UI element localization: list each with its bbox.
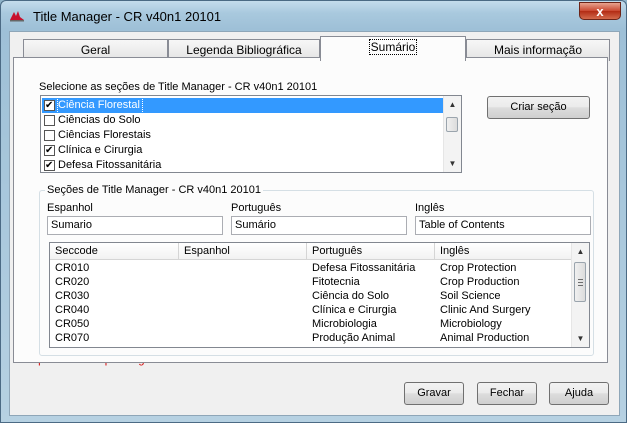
table-cell: CR040 bbox=[55, 304, 90, 316]
scroll-down-icon[interactable]: ▼ bbox=[444, 155, 461, 172]
spanish-field[interactable]: Sumario bbox=[47, 216, 223, 235]
scroll-down-icon[interactable]: ▼ bbox=[572, 330, 589, 347]
table-cell: Fitotecnia bbox=[312, 276, 360, 288]
list-item[interactable]: Ciências Florestais bbox=[42, 128, 445, 143]
checkbox[interactable] bbox=[44, 115, 55, 126]
sections-checklist[interactable]: Ciência Florestal Ciências do Solo Ciênc… bbox=[40, 95, 462, 173]
table-cell: Produção Animal bbox=[312, 332, 396, 344]
sections-select-label: Selecione as seções de Title Manager - C… bbox=[39, 81, 318, 93]
column-header-seccode[interactable]: Seccode bbox=[50, 243, 179, 260]
checkbox[interactable] bbox=[44, 130, 55, 141]
table-cell: Microbiologia bbox=[312, 318, 377, 330]
table-cell: CR070 bbox=[55, 332, 90, 344]
list-item-label: Ciência Florestal bbox=[57, 97, 143, 114]
table-cell: Soil Science bbox=[440, 290, 501, 302]
table-row[interactable]: CR010 Defesa Fitossanitária Crop Protectio… bbox=[50, 261, 573, 275]
tab-label: Mais informação bbox=[493, 43, 583, 57]
close-button[interactable]: Fechar bbox=[477, 382, 537, 405]
column-header-portugues[interactable]: Português bbox=[307, 243, 435, 260]
save-button[interactable]: Gravar bbox=[404, 382, 464, 405]
checkbox[interactable] bbox=[44, 158, 55, 172]
spanish-label: Espanhol bbox=[47, 202, 93, 214]
list-item-label: Clínica e Cirurgia bbox=[58, 144, 143, 156]
close-window-button[interactable]: x bbox=[579, 2, 621, 20]
list-item[interactable]: Defesa Fitossanitária bbox=[42, 158, 445, 172]
table-row[interactable]: CR050 Microbiologia Microbiology bbox=[50, 317, 573, 331]
sections-table[interactable]: Seccode Espanhol Português Inglês CR010 D… bbox=[49, 242, 590, 348]
table-cell: Microbiology bbox=[440, 318, 502, 330]
tab-sumario[interactable]: Sumário bbox=[320, 36, 466, 61]
tab-label: Geral bbox=[80, 43, 111, 57]
column-header-espanhol[interactable]: Espanhol bbox=[179, 243, 307, 260]
table-cell: Ciência do Solo bbox=[312, 290, 390, 302]
close-icon: x bbox=[596, 4, 604, 19]
table-cell: Crop Production bbox=[440, 276, 520, 288]
tab-label: Sumário bbox=[368, 39, 418, 55]
english-field[interactable]: Table of Contents bbox=[415, 216, 591, 235]
table-row[interactable]: CR090 Biologia Biology bbox=[50, 345, 573, 347]
table-cell: Biologia bbox=[312, 345, 351, 347]
sections-group-title: Seções de Title Manager - CR v40n1 20101 bbox=[45, 184, 264, 196]
table-cell: Defesa Fitossanitária bbox=[312, 262, 416, 274]
create-section-button[interactable]: Criar seção bbox=[487, 96, 590, 119]
table-scrollbar[interactable]: ▲ ▼ bbox=[571, 243, 589, 347]
tab-label: Legenda Bibliográfica bbox=[186, 43, 302, 57]
table-row[interactable]: CR040 Clínica e Cirurgia Clinic And Surger… bbox=[50, 303, 573, 317]
table-cell: CR090 bbox=[55, 345, 89, 347]
portuguese-label: Português bbox=[231, 202, 282, 214]
table-cell: CR020 bbox=[55, 276, 90, 288]
portuguese-field[interactable]: Sumário bbox=[231, 216, 407, 235]
checkbox[interactable] bbox=[44, 98, 55, 113]
table-cell: Biology bbox=[440, 345, 476, 347]
title-bar[interactable]: Title Manager - CR v40n1 20101 x bbox=[1, 1, 626, 29]
sumario-tab-panel: Selecione as seções de Title Manager - C… bbox=[13, 57, 608, 363]
list-item[interactable]: Clínica e Cirurgia bbox=[42, 143, 445, 158]
table-cell: CR030 bbox=[55, 290, 90, 302]
help-button[interactable]: Ajuda bbox=[549, 382, 609, 405]
table-row[interactable]: CR030 Ciência do Solo Soil Science bbox=[50, 289, 573, 303]
table-row[interactable]: CR070 Produção Animal Animal Production bbox=[50, 331, 573, 345]
list-item[interactable]: Ciências do Solo bbox=[42, 113, 445, 128]
list-item-label: Ciências Florestais bbox=[58, 129, 151, 141]
table-cell: Animal Production bbox=[440, 332, 530, 344]
column-header-ingles[interactable]: Inglês bbox=[435, 243, 573, 260]
scroll-up-icon[interactable]: ▲ bbox=[444, 96, 461, 113]
app-window: Title Manager - CR v40n1 20101 x Geral L… bbox=[0, 0, 627, 423]
scroll-up-icon[interactable]: ▲ bbox=[572, 243, 589, 260]
list-item-label: Ciências do Solo bbox=[58, 114, 141, 126]
window-title: Title Manager - CR v40n1 20101 bbox=[33, 9, 222, 24]
table-cell: Crop Protection bbox=[440, 262, 517, 274]
app-logo-icon bbox=[10, 11, 24, 22]
scroll-thumb[interactable] bbox=[574, 262, 586, 302]
list-item-label: Defesa Fitossanitária bbox=[58, 159, 162, 171]
scroll-thumb[interactable] bbox=[446, 117, 458, 132]
checkbox[interactable] bbox=[44, 143, 55, 158]
list-item[interactable]: Ciência Florestal bbox=[42, 97, 445, 114]
table-cell: Clínica e Cirurgia bbox=[312, 304, 397, 316]
english-label: Inglês bbox=[415, 202, 445, 214]
table-cell: Clinic And Surgery bbox=[440, 304, 531, 316]
table-row[interactable]: CR020 Fitotecnia Crop Production bbox=[50, 275, 573, 289]
table-cell: CR050 bbox=[55, 318, 90, 330]
table-cell: CR010 bbox=[55, 262, 90, 274]
sections-scrollbar[interactable]: ▲ ▼ bbox=[443, 96, 461, 172]
